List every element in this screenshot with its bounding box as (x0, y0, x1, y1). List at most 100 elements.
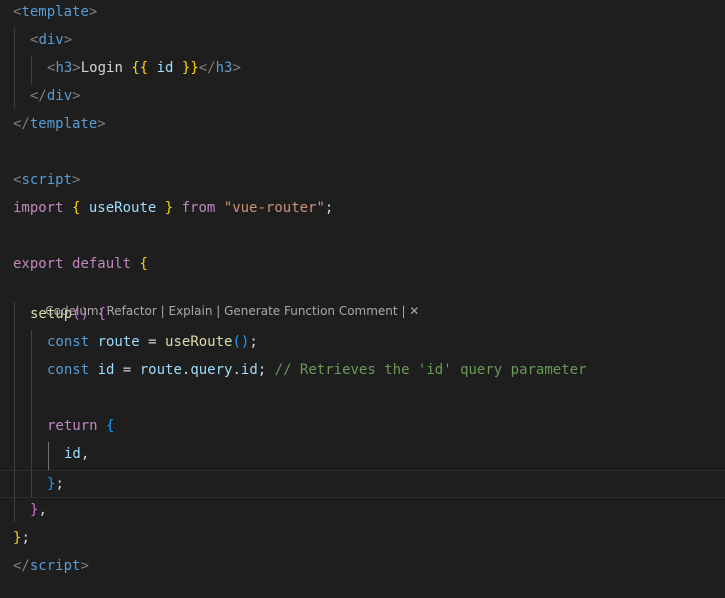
code-token: id (148, 60, 182, 76)
code-token: { (139, 256, 148, 272)
code-token: > (63, 32, 73, 48)
code-line-content: const id = route.query.id; // Retrieves … (47, 358, 587, 382)
code-token: } (164, 200, 174, 216)
code-line-content: id, (64, 442, 89, 466)
codelens-separator: | (156, 304, 169, 318)
codeium-codelens: Codeium: Refactor | Explain | Generate F… (30, 278, 419, 318)
code-token: // Retrieves the 'id' query parameter (274, 362, 587, 378)
code-line[interactable]: export default { (0, 252, 725, 280)
code-line-content: }; (13, 526, 30, 550)
code-token: , (38, 502, 47, 518)
code-token: template (21, 4, 89, 20)
code-token: = (139, 334, 166, 350)
code-line[interactable]: <div> (0, 28, 725, 56)
code-token: ; (249, 334, 258, 350)
code-line-content: </template> (13, 112, 106, 136)
code-line[interactable]: </div> (0, 84, 725, 112)
code-token: useRoute (165, 334, 233, 350)
code-token: > (72, 88, 81, 104)
code-token: > (72, 60, 81, 76)
code-line[interactable]: }, (0, 498, 725, 526)
code-line[interactable]: const id = route.query.id; // Retrieves … (0, 358, 725, 386)
code-line-content: </script> (13, 554, 89, 578)
code-token: ; (324, 200, 334, 216)
code-token: > (72, 172, 81, 188)
code-token: . (232, 362, 241, 378)
code-line[interactable]: <h3>Login {{ id }}</h3> (0, 56, 725, 84)
code-token: </ (13, 116, 30, 132)
code-token: from (173, 200, 224, 216)
code-token: query (190, 362, 233, 378)
code-line-content: const route = useRoute(); (47, 330, 258, 354)
codelens-close-icon[interactable]: ✕ (409, 304, 419, 318)
code-token: > (97, 116, 106, 132)
codelens-separator: | (212, 304, 225, 318)
code-line[interactable]: id, (0, 442, 725, 470)
codelens-separator: | (397, 304, 410, 318)
code-token: > (232, 60, 241, 76)
code-token: ; (257, 362, 275, 378)
code-line[interactable]: import { useRoute } from "vue-router"; (0, 196, 725, 224)
code-token: </ (13, 558, 30, 574)
code-token: default (72, 256, 140, 272)
code-token: return (47, 418, 107, 434)
code-token: div (46, 88, 73, 104)
code-token: "vue-router" (223, 200, 325, 216)
code-token: import (13, 200, 73, 216)
code-token: () (232, 334, 250, 350)
code-token: id (240, 362, 258, 378)
codelens-generate-function-comment[interactable]: Generate Function Comment (224, 304, 398, 318)
code-line-content: <div> (30, 28, 72, 52)
code-line-content: <h3>Login {{ id }}</h3> (47, 56, 241, 80)
code-token: div (38, 32, 64, 48)
code-line-content: <template> (13, 0, 97, 24)
code-line[interactable]: </template> (0, 112, 725, 140)
code-token: script (21, 172, 73, 188)
code-token: id (97, 362, 115, 378)
codelens-refactor[interactable]: Refactor (106, 304, 156, 318)
code-token: = (114, 362, 140, 378)
code-line-content: }, (30, 498, 47, 522)
code-token: Login (80, 60, 132, 76)
code-token: </ (30, 88, 47, 104)
code-token: h3 (215, 60, 233, 76)
code-token: route (97, 334, 140, 350)
code-token: {{ (131, 60, 149, 76)
code-token: { (106, 418, 115, 434)
code-line[interactable]: <template> (0, 0, 725, 28)
code-token: useRoute (80, 200, 165, 216)
code-line-content: }; (47, 471, 64, 497)
code-token: id (64, 446, 81, 462)
code-token: }} (181, 60, 199, 76)
code-token: </ (198, 60, 216, 76)
code-line-content: export default { (13, 252, 148, 276)
code-line[interactable]: }; (0, 470, 725, 498)
code-token: script (29, 558, 81, 574)
code-line-content: <script> (13, 168, 80, 192)
code-line[interactable]: </script> (0, 554, 725, 582)
code-line[interactable] (0, 386, 725, 414)
code-line[interactable]: }; (0, 526, 725, 554)
code-token: const (47, 334, 98, 350)
code-line[interactable]: const route = useRoute(); (0, 330, 725, 358)
code-token: > (80, 558, 89, 574)
code-line[interactable]: <script> (0, 168, 725, 196)
code-line[interactable] (0, 140, 725, 168)
code-token: template (29, 116, 98, 132)
code-token: export (13, 256, 73, 272)
code-line-content: </div> (30, 84, 81, 108)
code-token: > (88, 4, 98, 20)
code-line[interactable] (0, 224, 725, 252)
code-token: route (139, 362, 182, 378)
code-token: ; (21, 530, 30, 546)
codelens-prefix: Codeium: (45, 304, 107, 318)
code-line-content: import { useRoute } from "vue-router"; (13, 196, 333, 220)
code-token: , (80, 446, 90, 462)
code-token: h3 (55, 60, 73, 76)
codelens-explain[interactable]: Explain (169, 304, 213, 318)
code-editor[interactable]: <template> <div> <h3>Login {{ id }}</h3> </… (0, 0, 725, 598)
code-token: ; (55, 476, 64, 492)
code-line[interactable]: return { (0, 414, 725, 442)
code-token: const (47, 362, 98, 378)
code-line-content: return { (47, 414, 114, 438)
